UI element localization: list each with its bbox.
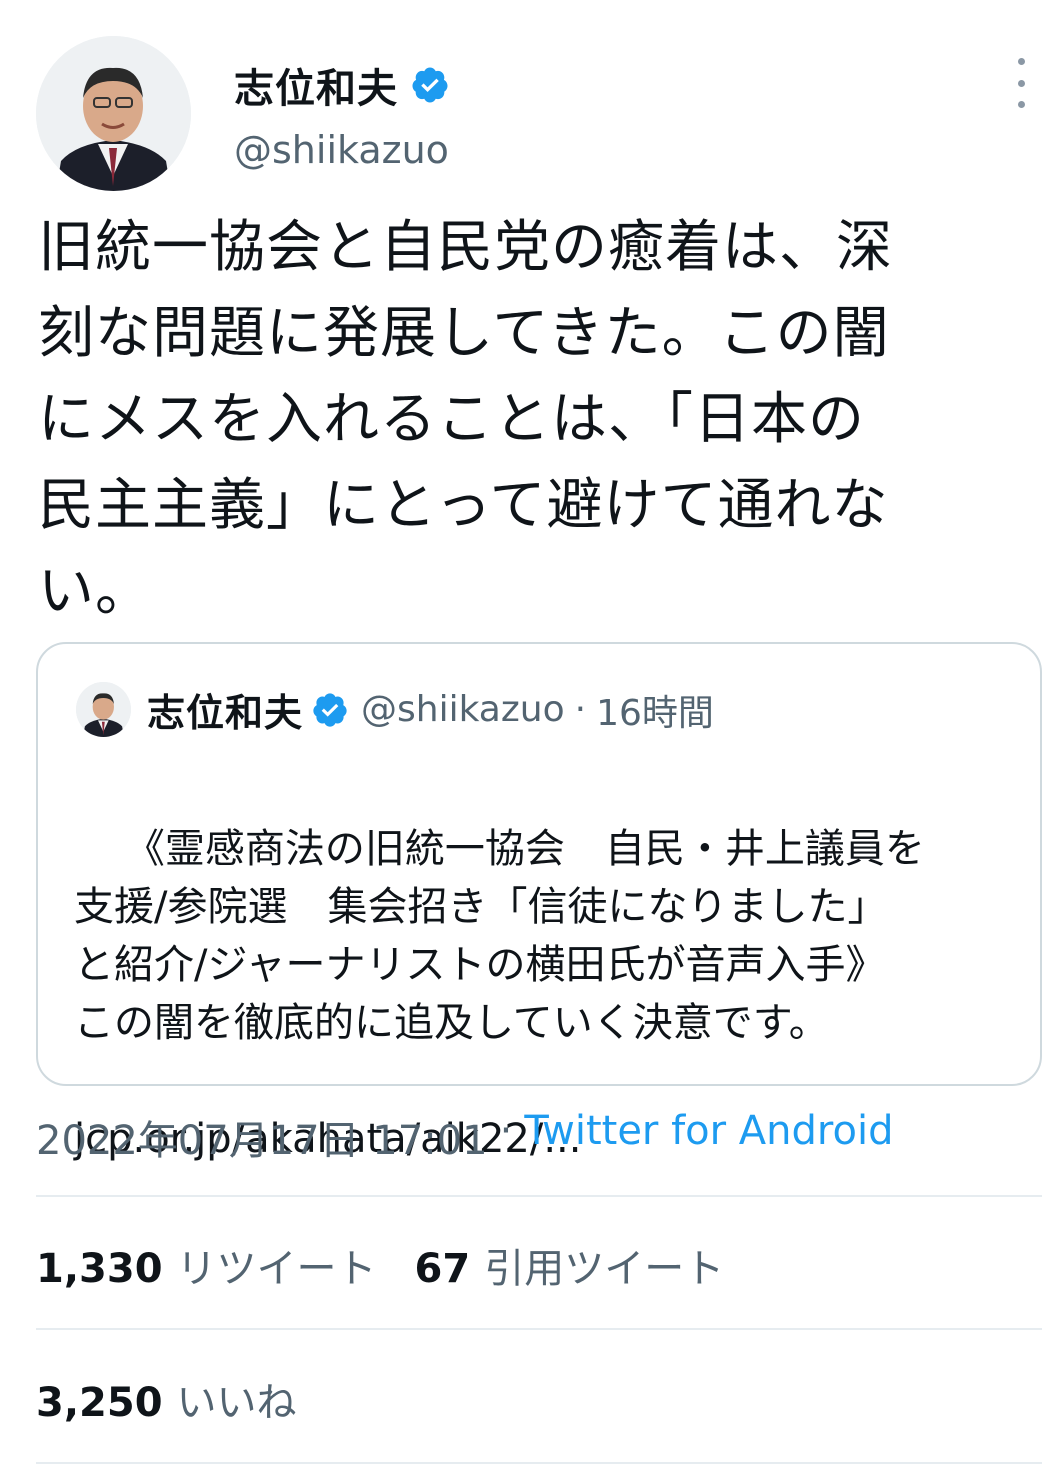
retweet-label[interactable]: リツイート: [177, 1236, 377, 1294]
retweet-count[interactable]: 1,330: [36, 1246, 163, 1292]
verified-badge-icon: [313, 692, 347, 727]
likes-count[interactable]: 3,250: [36, 1380, 163, 1426]
tweet-source-link[interactable]: Twitter for Android: [524, 1108, 893, 1166]
quoted-tweet-text: 《霊感商法の旧統一協会 自民・井上議員を 支援/参院選 集会招き「信徒になりまし…: [74, 826, 925, 1046]
quoted-tweet-body: 《霊感商法の旧統一協会 自民・井上議員を 支援/参院選 集会招き「信徒になりまし…: [74, 762, 1014, 1284]
likes-label[interactable]: いいね: [177, 1370, 297, 1428]
quoted-author-handle: @shiikazuo: [361, 689, 565, 730]
divider: [36, 1462, 1042, 1464]
author-avatar[interactable]: [36, 36, 191, 191]
quote-count[interactable]: 67: [415, 1246, 471, 1292]
quoted-tweet[interactable]: 志位和夫 @shiikazuo · 16時間 《霊感商法の旧統一協会 自民・井上…: [36, 642, 1042, 1162]
verified-badge-icon: [412, 67, 448, 103]
quoted-timestamp: 16時間: [596, 692, 714, 734]
retweet-stats-row: 1,330 リツイート 67 引用ツイート: [36, 1236, 724, 1294]
tweet-timestamp[interactable]: 2022年07月17日 17:01: [36, 1108, 488, 1166]
author-name-row[interactable]: 志位和夫: [234, 56, 450, 114]
tweet-text: 旧統一協会と自民党の癒着は、深 刻な問題に発展してきた。この闇 にメスを入れるこ…: [38, 215, 893, 624]
likes-stats-row: 3,250 いいね: [36, 1370, 297, 1428]
tweet-meta: 2022年07月17日 17:01 · Twitter for Android: [36, 1108, 893, 1166]
author-name[interactable]: 志位和夫: [234, 56, 398, 114]
quoted-author-avatar: [76, 682, 131, 737]
quoted-author-name: 志位和夫: [147, 691, 304, 735]
meta-separator: ·: [499, 1108, 513, 1154]
author-handle[interactable]: @shiikazuo: [234, 128, 449, 172]
quoted-tweet-header: 志位和夫 @shiikazuo · 16時間: [76, 682, 714, 737]
divider: [36, 1195, 1042, 1197]
quoted-separator: ·: [574, 689, 587, 730]
more-options-icon[interactable]: [1006, 58, 1036, 108]
divider: [36, 1328, 1042, 1330]
quote-label[interactable]: 引用ツイート: [484, 1236, 724, 1294]
tweet-header: 志位和夫 @shiikazuo: [36, 36, 1026, 196]
